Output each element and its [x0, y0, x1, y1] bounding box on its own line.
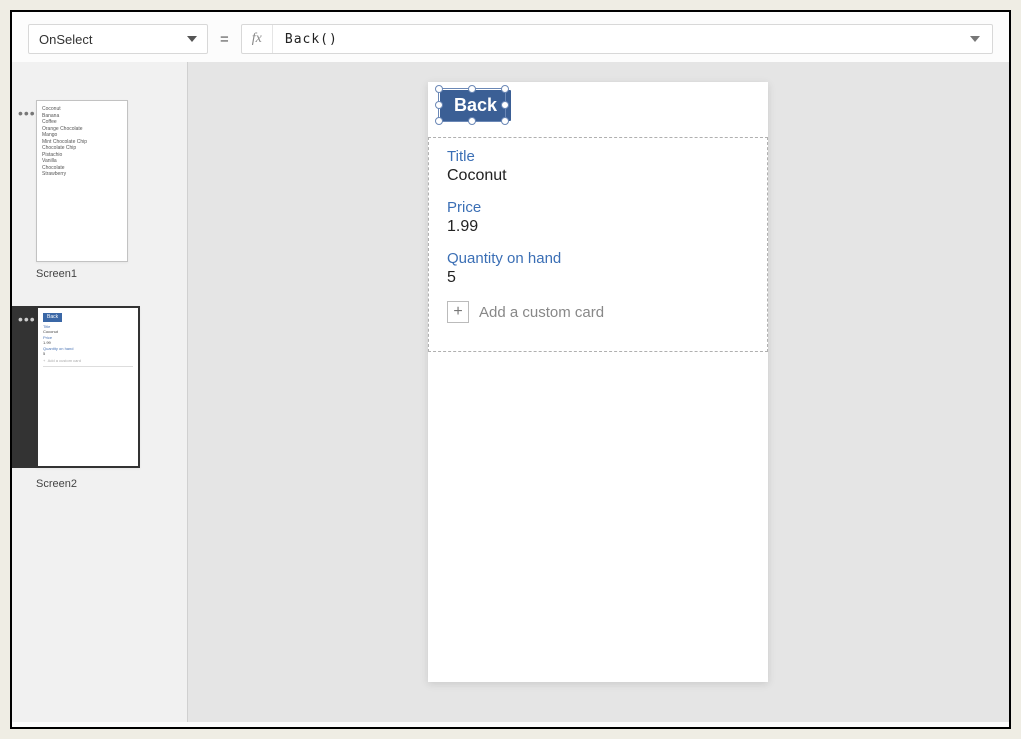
formula-text: Back() [273, 32, 350, 47]
thumb-title-value: Coconut [43, 329, 133, 334]
title-label: Title [447, 148, 749, 165]
equals-label: = [218, 24, 231, 54]
screen-thumb-2[interactable]: ••• Back Title Coconut Price 1.99 Quanti… [12, 306, 187, 516]
list-item: Strawberry [42, 171, 122, 178]
screen-thumb-1[interactable]: ••• Coconut Banana Coffee Orange Chocola… [12, 100, 187, 306]
qty-value: 5 [447, 269, 749, 287]
price-value: 1.99 [447, 218, 749, 236]
thumb-add-custom: + Add a custom card [43, 358, 133, 363]
title-value: Coconut [447, 167, 749, 185]
app-frame: OnSelect = fx Back() ••• Coconut Banana … [10, 10, 1011, 729]
property-selector-value: OnSelect [39, 32, 92, 47]
formula-bar: OnSelect = fx Back() [12, 12, 1009, 62]
more-icon[interactable]: ••• [18, 106, 36, 120]
card-title[interactable]: Title Coconut [429, 138, 767, 189]
thumb-qty-value: 5 [43, 351, 133, 356]
canvas-area[interactable]: Back Title Coconut [188, 62, 1009, 722]
add-custom-card[interactable]: + Add a custom card [429, 291, 767, 351]
display-form[interactable]: Title Coconut Price 1.99 Quantity on han… [428, 137, 768, 352]
thumb-back-button: Back [43, 313, 62, 322]
qty-label: Quantity on hand [447, 250, 749, 267]
formula-input[interactable]: fx Back() [241, 24, 993, 54]
selection-handles[interactable] [438, 88, 506, 122]
property-selector[interactable]: OnSelect [28, 24, 208, 54]
screens-sidebar: ••• Coconut Banana Coffee Orange Chocola… [12, 62, 188, 722]
price-label: Price [447, 199, 749, 216]
phone-canvas: Back Title Coconut [428, 82, 768, 682]
add-custom-label: Add a custom card [479, 304, 604, 321]
screen1-thumbnail: Coconut Banana Coffee Orange Chocolate M… [36, 100, 128, 262]
card-quantity[interactable]: Quantity on hand 5 [429, 240, 767, 291]
workspace: ••• Coconut Banana Coffee Orange Chocola… [12, 62, 1009, 722]
thumb-price-value: 1.99 [43, 340, 133, 345]
plus-icon: + [447, 301, 469, 323]
selected-indicator: ••• [12, 306, 36, 468]
card-price[interactable]: Price 1.99 [429, 189, 767, 240]
screen2-thumbnail: Back Title Coconut Price 1.99 Quantity o… [36, 306, 140, 468]
screen1-label: Screen1 [36, 268, 177, 280]
fx-icon: fx [242, 25, 273, 53]
screen2-label: Screen2 [36, 478, 187, 490]
more-icon[interactable]: ••• [12, 306, 36, 326]
